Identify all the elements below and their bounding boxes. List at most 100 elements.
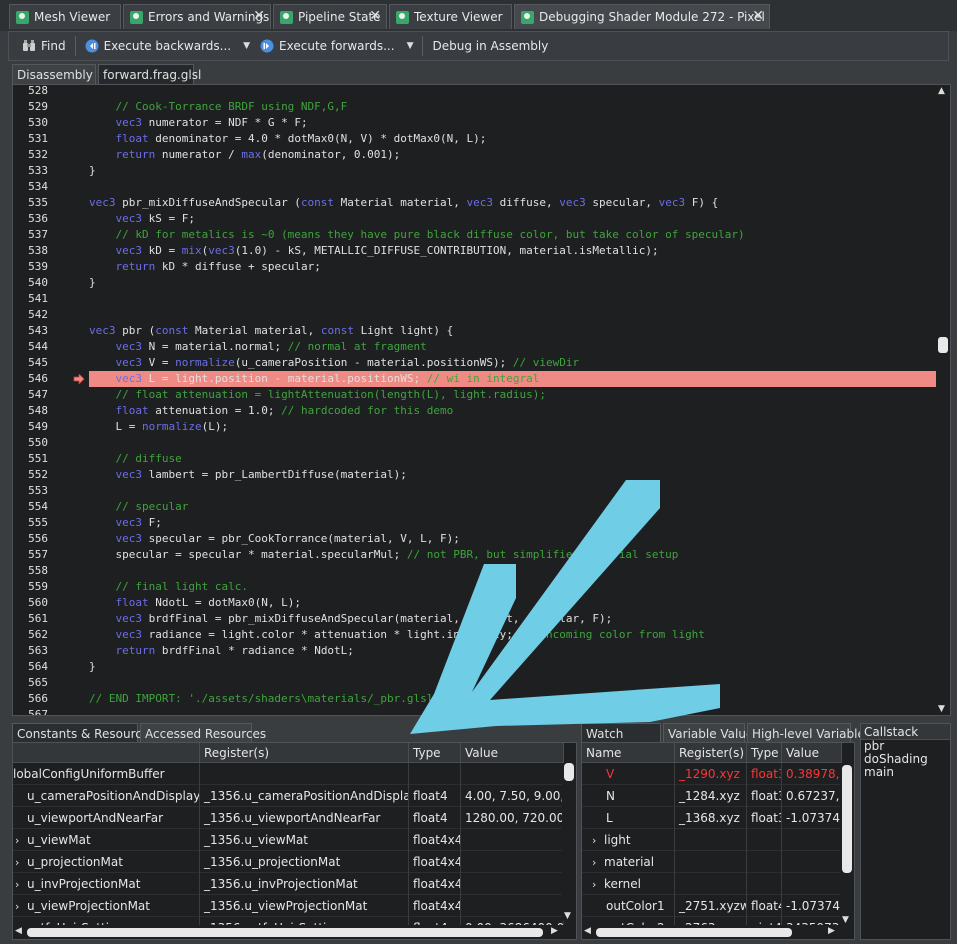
scrollbar-thumb[interactable] xyxy=(564,763,574,781)
resources-vertical-scrollbar[interactable]: ▼ xyxy=(562,763,576,921)
tab-forward-frag-glsl[interactable]: forward.frag.glsl xyxy=(98,64,201,84)
code-line[interactable]: float attenuation = 1.0; // hardcoded fo… xyxy=(89,403,937,419)
find-button[interactable]: Find xyxy=(17,33,71,59)
scrollbar-thumb[interactable] xyxy=(27,928,543,937)
column-header-name[interactable] xyxy=(13,743,200,763)
code-line[interactable]: vec3 radiance = light.color * attenuatio… xyxy=(89,627,937,643)
chevron-right-icon[interactable]: › xyxy=(586,830,604,851)
chevron-right-icon[interactable]: › xyxy=(586,852,604,873)
scroll-right-icon[interactable]: ▶ xyxy=(828,926,835,936)
code-line[interactable]: vec3 brdfFinal = pbr_mixDiffuseAndSpecul… xyxy=(89,611,937,627)
watch-horizontal-scrollbar[interactable]: ◀ ▶ xyxy=(582,925,842,939)
execute-backwards-button[interactable]: Execute backwards... ▼ xyxy=(80,33,255,59)
code-line[interactable] xyxy=(89,435,937,451)
code-line[interactable]: // float attenuation = lightAttenuation(… xyxy=(89,387,937,403)
table-row[interactable]: › u_viewMat _1356.u_viewMat float4x4 xyxy=(13,829,564,851)
scroll-left-icon[interactable]: ◀ xyxy=(15,926,22,936)
tab-disassembly[interactable]: Disassembly xyxy=(12,64,96,84)
source-editor[interactable]: 528 529 530 531 532 533 534 535 536 537 538 539 540 5… xyxy=(12,84,951,716)
table-row[interactable]: › u_viewProjectionMat _1356.u_viewProjecti… xyxy=(13,895,564,917)
execute-forwards-button[interactable]: Execute forwards... ▼ xyxy=(255,33,418,59)
column-header-value[interactable]: Value xyxy=(461,743,564,763)
scroll-down-icon[interactable]: ▼ xyxy=(938,704,945,714)
code-line[interactable]: return kD * diffuse + specular; xyxy=(89,259,937,275)
scrollbar-thumb[interactable] xyxy=(842,765,852,873)
column-header-registers[interactable]: Register(s) xyxy=(200,743,409,763)
code-line[interactable]: float denominator = 4.0 * dotMax0(N, V) … xyxy=(89,131,937,147)
code-line[interactable]: } xyxy=(89,659,937,675)
code-line[interactable]: // Cook-Torrance BRDF using NDF,G,F xyxy=(89,99,937,115)
table-row[interactable]: u_cameraPositionAndDisplayMode_1356.u_ca… xyxy=(13,785,564,807)
scrollbar-thumb[interactable] xyxy=(596,928,792,937)
tab-high-level-variables[interactable]: High-level Variables xyxy=(747,723,871,743)
column-header-type[interactable]: Type xyxy=(409,743,461,763)
chevron-down-icon[interactable]: ▼ xyxy=(243,41,250,51)
code-line[interactable]: // diffuse xyxy=(89,451,937,467)
code-line[interactable]: vec3 kD = mix(vec3(1.0) - kS, METALLIC_D… xyxy=(89,243,937,259)
code-line[interactable] xyxy=(89,291,937,307)
code-line[interactable]: vec3 numerator = NDF * G * F; xyxy=(89,115,937,131)
code-line[interactable] xyxy=(89,563,937,579)
scroll-right-icon[interactable]: ▶ xyxy=(551,926,558,936)
code-line[interactable]: vec3 V = normalize(u_cameraPosition - ma… xyxy=(89,355,937,371)
tab-pipeline-state[interactable]: Pipeline State ✕ xyxy=(273,4,387,29)
watch-row[interactable]: V _1290.xyzfloat30.38978, -0. xyxy=(582,763,842,785)
code-line[interactable]: vec3 pbr_mixDiffuseAndSpecular (const Ma… xyxy=(89,195,937,211)
code-line[interactable]: vec3 kS = F; xyxy=(89,211,937,227)
line-number-gutter[interactable]: 528 529 530 531 532 533 534 535 536 537 538 539 540 5… xyxy=(13,85,85,715)
tab-variable-values[interactable]: Variable Values xyxy=(663,723,760,743)
resources-horizontal-scrollbar[interactable]: ◀ ▶ xyxy=(13,925,564,939)
column-header-registers[interactable]: Register(s) xyxy=(675,743,747,763)
table-row[interactable]: › u_invProjectionMat _1356.u_invProjection… xyxy=(13,873,564,895)
code-area[interactable]: // Cook-Torrance BRDF using NDF,G,F vec3… xyxy=(89,85,937,715)
watch-row[interactable]: › material xyxy=(582,851,842,873)
code-line[interactable] xyxy=(89,707,937,715)
code-line[interactable]: } xyxy=(89,163,937,179)
scroll-down-icon[interactable]: ▼ xyxy=(564,911,571,921)
tab-constants-resources[interactable]: Constants & Resources xyxy=(12,723,155,743)
scrollbar-thumb[interactable] xyxy=(938,337,948,353)
editor-vertical-scrollbar[interactable]: ▲ ▼ xyxy=(936,85,950,715)
column-header-name[interactable]: Name xyxy=(582,743,675,763)
code-line[interactable] xyxy=(89,307,937,323)
code-line[interactable]: // specular xyxy=(89,499,937,515)
watch-row[interactable]: › kernel xyxy=(582,873,842,895)
chevron-right-icon[interactable]: › xyxy=(15,852,27,873)
code-line[interactable]: vec3 lambert = pbr_LambertDiffuse(materi… xyxy=(89,467,937,483)
callstack-item[interactable]: main xyxy=(864,766,950,779)
code-line[interactable]: L = normalize(L); xyxy=(89,419,937,435)
code-line[interactable] xyxy=(89,85,937,99)
debug-in-assembly-button[interactable]: Debug in Assembly xyxy=(427,33,553,59)
chevron-down-icon[interactable]: ▼ xyxy=(407,41,414,51)
tab-errors-and-warnings[interactable]: Errors and Warnings ✕ xyxy=(123,4,271,29)
close-icon[interactable]: ✕ xyxy=(752,8,764,24)
code-line[interactable] xyxy=(89,179,937,195)
code-line[interactable]: // END IMPORT: './assets/shaders\materia… xyxy=(89,691,937,707)
code-line[interactable]: vec3 specular = pbr_CookTorrance(materia… xyxy=(89,531,937,547)
code-line[interactable]: float NdotL = dotMax0(N, L); xyxy=(89,595,937,611)
table-row[interactable]: u_viewportAndNearFar _1356.u_viewportAndN… xyxy=(13,807,564,829)
close-icon[interactable]: ✕ xyxy=(369,8,381,24)
code-line[interactable] xyxy=(89,675,937,691)
code-line[interactable]: vec3 pbr (const Material material, const… xyxy=(89,323,937,339)
watch-row[interactable]: N _1284.xyzfloat30.67237, -0. xyxy=(582,785,842,807)
scroll-up-icon[interactable]: ▲ xyxy=(938,86,945,96)
table-row[interactable]: › u_projectionMat _1356.u_projectionMat flo… xyxy=(13,851,564,873)
code-line[interactable]: vec3 F; xyxy=(89,515,937,531)
chevron-right-icon[interactable]: › xyxy=(15,874,27,895)
table-row[interactable]: lobalConfigUniformBuffer xyxy=(13,763,564,785)
tab-accessed-resources[interactable]: Accessed Resources xyxy=(140,723,266,743)
watch-row[interactable]: outColor1 _2751.xyzwfloat4-1.07374E- xyxy=(582,895,842,917)
scroll-down-icon[interactable]: ▼ xyxy=(842,915,849,925)
code-line[interactable]: // kD for metalics is ~0 (means they hav… xyxy=(89,227,937,243)
watch-vertical-scrollbar[interactable]: ▼ xyxy=(840,763,854,925)
column-header-type[interactable]: Type xyxy=(747,743,782,763)
code-line[interactable]: // final light calc. xyxy=(89,579,937,595)
tab-texture-viewer[interactable]: Texture Viewer xyxy=(389,4,512,29)
column-header-value[interactable]: Value xyxy=(782,743,842,763)
code-line[interactable]: } xyxy=(89,275,937,291)
current-code-line[interactable]: vec3 L = light.position - material.posit… xyxy=(89,371,937,387)
scroll-left-icon[interactable]: ◀ xyxy=(584,926,591,936)
code-line[interactable]: specular = specular * material.specularM… xyxy=(89,547,937,563)
code-line[interactable]: return brdfFinal * radiance * NdotL; xyxy=(89,643,937,659)
